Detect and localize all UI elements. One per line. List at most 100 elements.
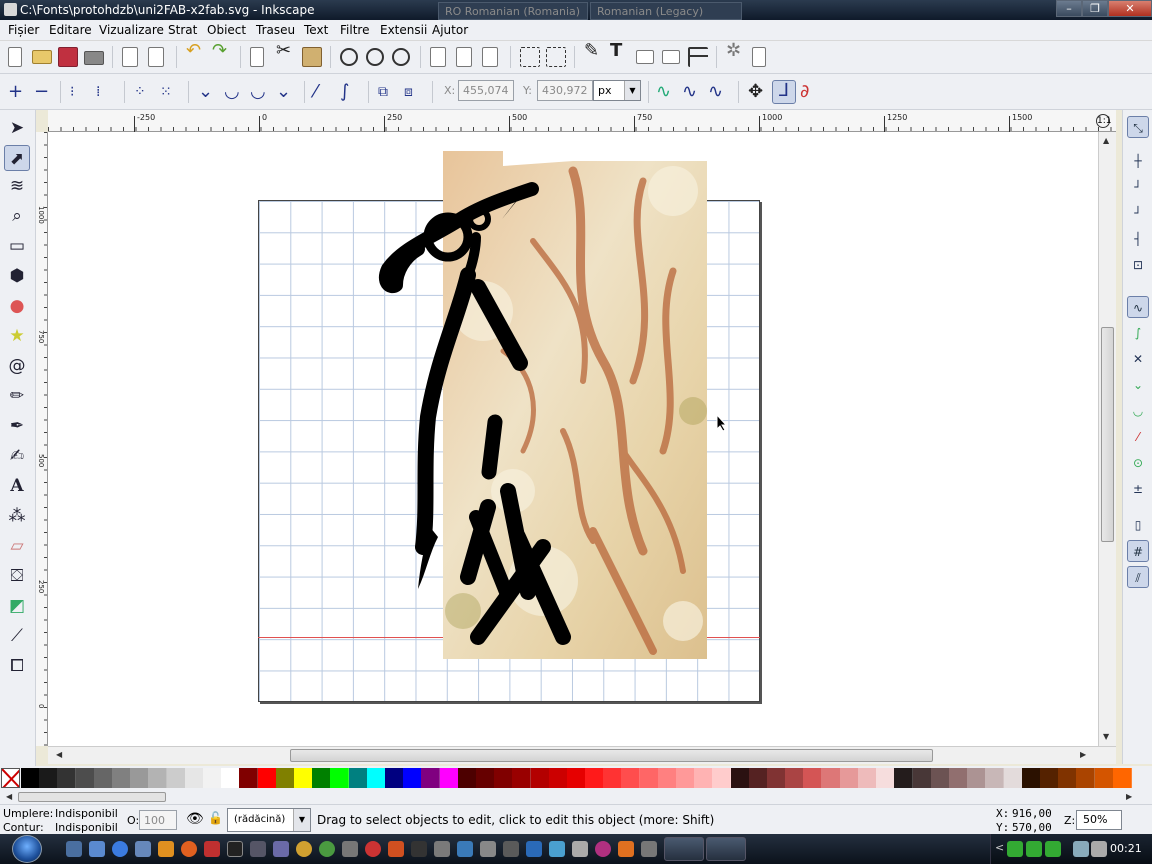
taskbar-task-button[interactable] [664,837,704,861]
menu-edit[interactable]: Editare [49,23,92,37]
calculator-icon[interactable] [250,841,266,857]
join-nodes-icon[interactable]: ⁝ [70,82,74,102]
align-distribute-icon[interactable] [688,47,708,67]
language-indicator[interactable]: RO Romanian (Romania) [438,2,588,20]
color-swatch[interactable] [858,768,878,788]
connector-tool-icon[interactable]: ⧠ [4,653,30,679]
floppy-icon[interactable] [135,841,151,857]
color-swatch[interactable] [657,768,677,788]
color-swatch[interactable] [475,768,495,788]
app-icon[interactable] [595,841,611,857]
color-swatch[interactable] [1021,768,1041,788]
color-swatch[interactable] [803,768,823,788]
layer-visibility-icon[interactable]: 👁 [186,811,204,827]
horizontal-scrollbar[interactable]: ◀ ▶ [48,746,1116,764]
open-folder-icon[interactable] [32,50,52,64]
color-swatch[interactable] [93,768,113,788]
maximize-button[interactable]: ❐ [1082,0,1108,17]
color-swatch[interactable] [494,768,514,788]
vlc-icon[interactable] [618,841,634,857]
color-swatch[interactable] [967,768,987,788]
color-swatch[interactable] [694,768,714,788]
zoom-selection-icon[interactable] [340,48,358,66]
opera-icon[interactable] [365,841,381,857]
color-swatch[interactable] [57,768,77,788]
color-swatch[interactable] [730,768,750,788]
menu-text[interactable]: Text [304,23,328,37]
no-paint-swatch[interactable] [1,768,20,788]
eraser-tool-icon[interactable]: ▱ [4,533,30,559]
drawing-canvas[interactable] [48,132,1098,746]
close-button[interactable]: ✕ [1108,0,1152,17]
tweak-tool-icon[interactable]: ≋ [4,173,30,199]
snap-grid-icon[interactable]: # [1127,540,1149,562]
php-icon[interactable] [273,841,289,857]
document-properties-icon[interactable] [752,47,766,67]
color-swatch[interactable] [639,768,659,788]
text-tool-icon[interactable]: A [4,473,30,499]
scroll-left-arrow-icon[interactable]: ◀ [6,792,12,801]
app-icon[interactable] [549,841,565,857]
stroke-to-path-icon[interactable]: ⧈ [404,82,413,102]
break-path-icon[interactable]: ⁞ [96,82,100,102]
smooth-node-icon[interactable]: ◡ [224,82,240,102]
paste-icon[interactable] [302,47,322,67]
color-swatch[interactable] [985,768,1005,788]
menu-view[interactable]: Vizualizare [99,23,164,37]
next-path-effect-icon[interactable]: ∿ [656,82,671,102]
duplicate-icon[interactable] [430,47,446,67]
join-segment-icon[interactable]: ⁘ [134,82,146,102]
color-swatch[interactable] [366,768,386,788]
zoom-drawing-icon[interactable] [366,48,384,66]
color-swatch[interactable] [585,768,605,788]
color-swatch[interactable] [75,768,95,788]
xml-editor-icon[interactable] [662,50,680,64]
dropper-tool-icon[interactable]: ⟋ [4,623,30,649]
menu-extensions[interactable]: Extensii [380,23,427,37]
selector-tool-icon[interactable]: ➤ [4,115,30,141]
layer-lock-icon[interactable]: 🔓 [208,811,223,825]
units-dropdown[interactable]: px ▼ [593,80,641,101]
color-swatch[interactable] [330,768,350,788]
inkscape-icon[interactable] [411,841,427,857]
vertical-scroll-thumb[interactable] [1101,327,1114,542]
show-desktop-icon[interactable] [66,841,82,857]
star-tool-icon[interactable]: ★ [4,323,30,349]
zoom-page-icon[interactable] [392,48,410,66]
snap-intersections-icon[interactable]: ✕ [1127,348,1149,370]
text-font-icon[interactable]: T [610,41,622,61]
stroke-value[interactable]: Indisponibil [55,821,118,834]
app-icon[interactable] [342,841,358,857]
color-swatch[interactable] [421,768,441,788]
color-swatch[interactable] [785,768,805,788]
menu-file[interactable]: Fișier [8,23,39,37]
pen-tool-icon[interactable]: ✒ [4,413,30,439]
color-swatch[interactable] [821,768,841,788]
color-swatch[interactable] [767,768,787,788]
start-button-icon[interactable] [12,835,42,863]
layers-icon[interactable] [636,50,654,64]
color-swatch[interactable] [403,768,423,788]
app-icon[interactable] [503,841,519,857]
app-icon[interactable] [204,841,220,857]
copy-icon[interactable] [250,47,264,67]
glyph-drawing[interactable] [368,177,628,677]
menu-object[interactable]: Obiect [207,23,246,37]
volume-icon[interactable] [1091,841,1107,857]
internet-explorer-icon[interactable] [112,841,128,857]
zoom-1-1-icon[interactable]: 1:1 [1096,114,1111,128]
fill-stroke-icon[interactable]: ✎ [584,41,599,61]
color-swatch[interactable] [1040,768,1060,788]
color-swatch[interactable] [384,768,404,788]
color-swatch[interactable] [839,768,859,788]
color-swatch[interactable] [712,768,732,788]
color-swatch[interactable] [603,768,623,788]
edit-mask-icon[interactable]: ∿ [708,82,723,102]
snap-midpoints-icon[interactable]: ⁄ [1127,426,1149,448]
show-transform-handles-icon[interactable]: ✥ [748,82,763,102]
fill-value[interactable]: Indisponibil [55,807,118,820]
save-icon[interactable] [58,47,78,67]
import-icon[interactable] [122,47,138,67]
color-swatch[interactable] [202,768,222,788]
y-coordinate-input[interactable]: 430,972 [537,80,593,101]
